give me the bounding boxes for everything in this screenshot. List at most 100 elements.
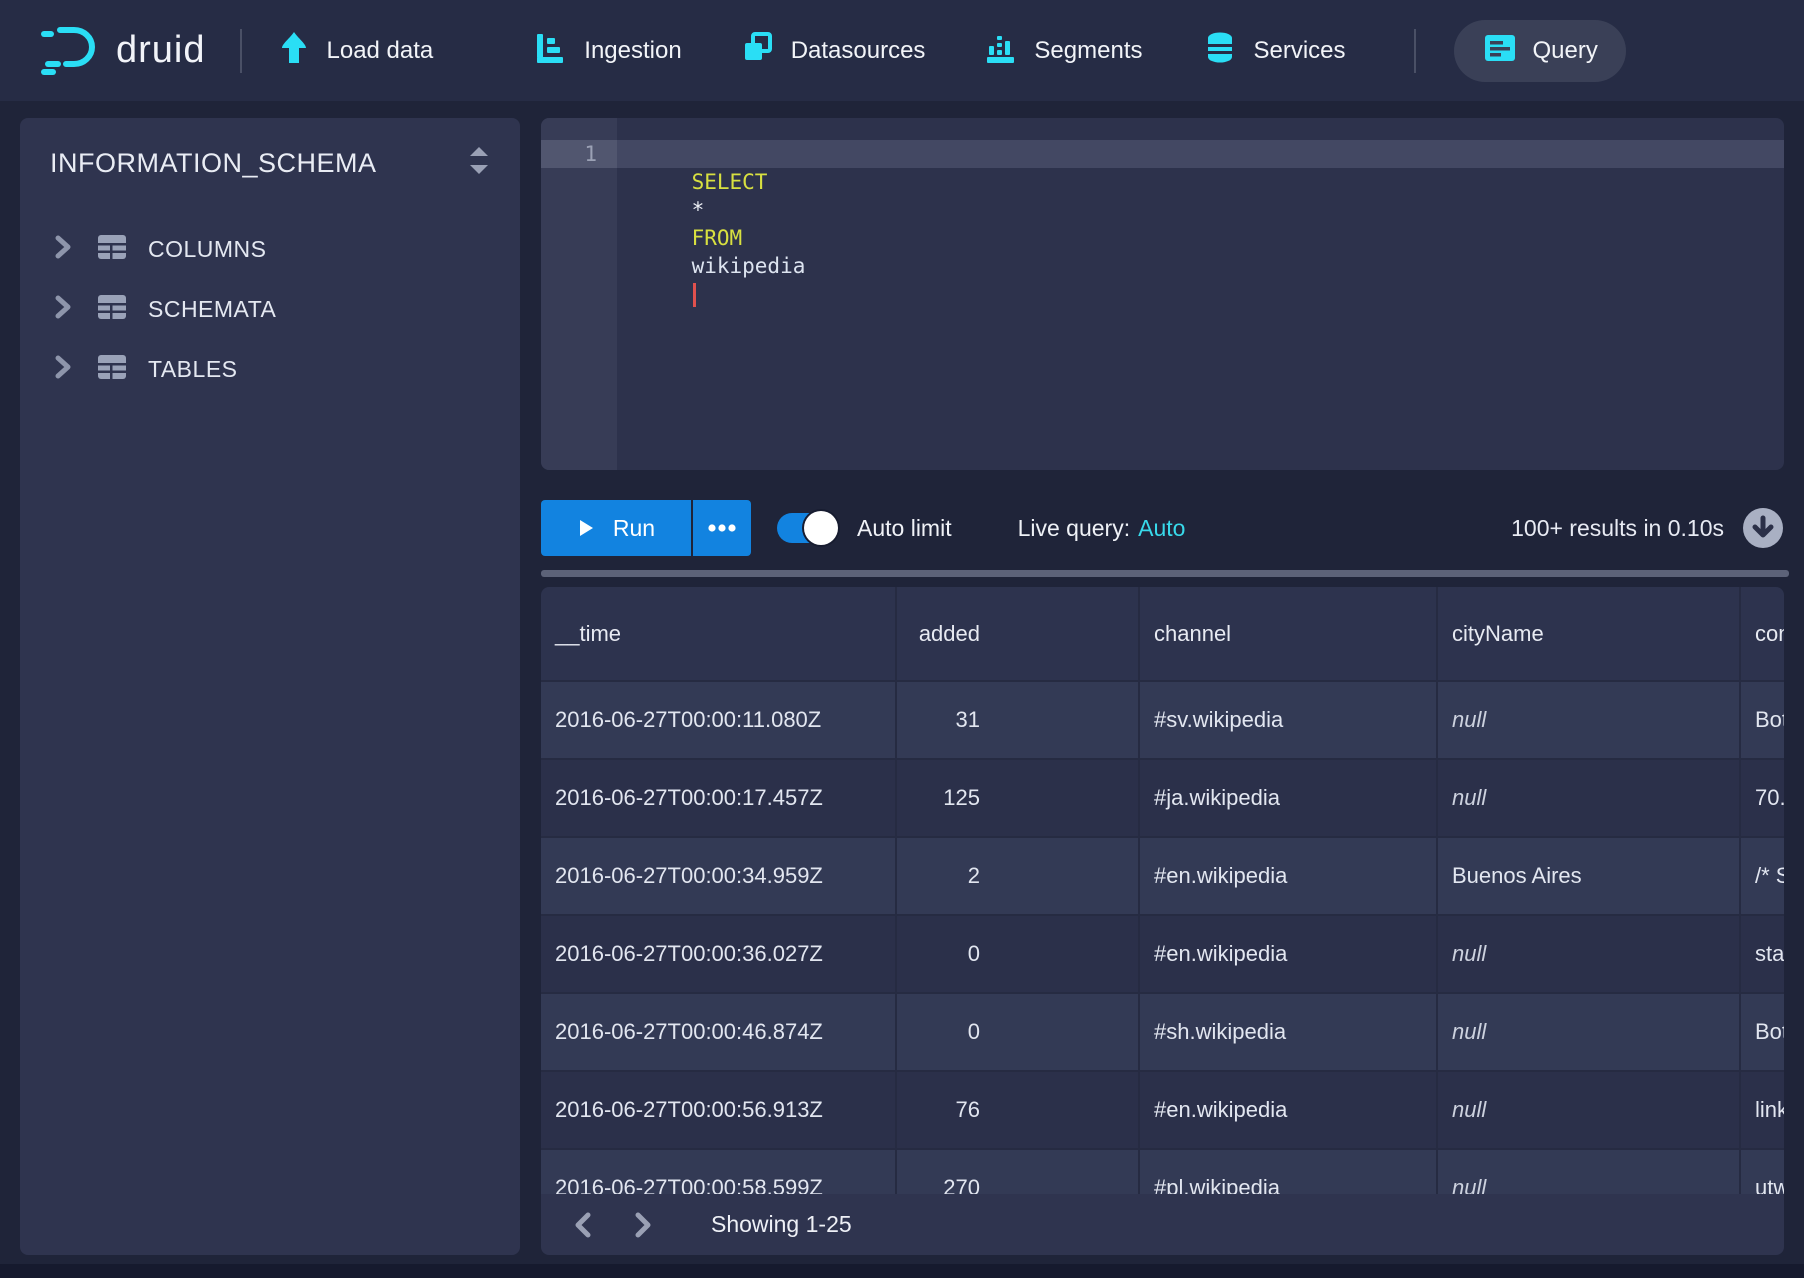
cell-cityName[interactable]: Buenos Aires (1438, 838, 1741, 914)
run-more-button[interactable] (693, 500, 751, 556)
cell-added[interactable]: 2 (897, 838, 1140, 914)
schema-sidebar: INFORMATION_SCHEMA COLUMNS (20, 118, 520, 1255)
cell-channel[interactable]: #ja.wikipedia (1140, 760, 1438, 836)
nav-item-label: Datasources (791, 37, 926, 65)
druid-logo-icon (38, 20, 104, 81)
cell-added[interactable]: 31 (897, 682, 1140, 758)
cell-channel[interactable]: #en.wikipedia (1140, 1072, 1438, 1148)
column-header-comment[interactable]: comment (1741, 587, 1784, 680)
nav-item-label: Load data (327, 37, 434, 65)
sql-keyword: SELECT (692, 168, 768, 196)
cell-comment[interactable]: sta (1741, 916, 1784, 992)
bottom-edge (0, 1264, 1804, 1278)
previous-page-button[interactable] (563, 1205, 603, 1245)
tree-item-columns[interactable]: COLUMNS (20, 219, 520, 279)
cell-cityName[interactable]: null (1438, 682, 1741, 758)
schema-selector[interactable]: INFORMATION_SCHEMA (20, 118, 520, 183)
cell-channel[interactable]: #en.wikipedia (1140, 838, 1438, 914)
cell-__time[interactable]: 2016-06-27T00:00:46.874Z (541, 994, 897, 1070)
cell-__time[interactable]: 2016-06-27T00:00:36.027Z (541, 916, 897, 992)
column-header-__time[interactable]: __time (541, 587, 897, 680)
table-row: 2016-06-27T00:00:56.913Z76#en.wikipedian… (541, 1070, 1784, 1148)
cell-comment[interactable]: Bot (1741, 682, 1784, 758)
panel-resize-handle[interactable] (541, 570, 1789, 577)
nav-item-load-data[interactable]: Load data (276, 30, 434, 71)
navbar-separator (240, 29, 242, 73)
nav-item-ingestion[interactable]: Ingestion (533, 30, 681, 71)
table-icon (96, 293, 128, 326)
sql-query-text[interactable]: SELECT * FROM wikipedia (641, 140, 805, 168)
cell-__time[interactable]: 2016-06-27T00:00:17.457Z (541, 760, 897, 836)
cell-channel[interactable]: #sv.wikipedia (1140, 682, 1438, 758)
download-button[interactable] (1742, 507, 1784, 549)
cell-channel[interactable]: #pl.wikipedia (1140, 1150, 1438, 1194)
cell-added[interactable]: 0 (897, 994, 1140, 1070)
live-query-value[interactable]: Auto (1138, 515, 1185, 541)
nav-item-services[interactable]: Services (1202, 30, 1345, 71)
cell-comment[interactable]: utw (1741, 1150, 1784, 1194)
next-page-button[interactable] (623, 1205, 663, 1245)
brand-name: druid (116, 29, 206, 72)
toggle-knob (804, 511, 838, 545)
sql-keyword: FROM (692, 224, 743, 252)
cell-__time[interactable]: 2016-06-27T00:00:56.913Z (541, 1072, 897, 1148)
sql-editor[interactable]: 1 SELECT * FROM wikipedia (541, 118, 1784, 470)
download-icon (1742, 507, 1784, 549)
line-number: 1 (541, 140, 617, 168)
table-row: 2016-06-27T00:00:46.874Z0#sh.wikipedianu… (541, 992, 1784, 1070)
cell-cityName[interactable]: null (1438, 760, 1741, 836)
schema-title: INFORMATION_SCHEMA (50, 148, 464, 179)
live-query-label: Live query: (1018, 515, 1131, 541)
cell-comment[interactable]: /* S (1741, 838, 1784, 914)
cell-added[interactable]: 270 (897, 1150, 1140, 1194)
sql-table-name: wikipedia (692, 252, 806, 280)
table-row: 2016-06-27T00:00:17.457Z125#ja.wikipedia… (541, 758, 1784, 836)
cell-cityName[interactable]: null (1438, 916, 1741, 992)
chevron-right-icon[interactable] (52, 294, 74, 325)
text-cursor (693, 283, 696, 307)
druid-logo[interactable]: druid (38, 20, 206, 81)
chevron-left-icon (572, 1211, 594, 1239)
showing-range-label: Showing 1-25 (711, 1211, 852, 1238)
column-header-channel[interactable]: channel (1140, 587, 1438, 680)
double-caret-vertical-icon[interactable] (464, 144, 494, 183)
nav-item-datasources[interactable]: Datasources (740, 30, 926, 71)
cell-comment[interactable]: 70. (1741, 760, 1784, 836)
cell-added[interactable]: 0 (897, 916, 1140, 992)
schema-tree: COLUMNS SCHEMATA (20, 219, 520, 399)
column-header-added[interactable]: added (897, 587, 1140, 680)
cell-__time[interactable]: 2016-06-27T00:00:11.080Z (541, 682, 897, 758)
column-header-cityName[interactable]: cityName (1438, 587, 1741, 680)
tree-item-label: TABLES (148, 356, 238, 383)
cell-added[interactable]: 76 (897, 1072, 1140, 1148)
run-button[interactable]: Run (541, 500, 691, 556)
chevron-right-icon[interactable] (52, 234, 74, 265)
table-icon (96, 353, 128, 386)
nav-item-query[interactable]: Query (1454, 20, 1626, 82)
cell-channel[interactable]: #en.wikipedia (1140, 916, 1438, 992)
cell-cityName[interactable]: null (1438, 994, 1741, 1070)
table-icon (96, 233, 128, 266)
tree-item-tables[interactable]: TABLES (20, 339, 520, 399)
nav-item-segments[interactable]: Segments (983, 30, 1142, 71)
table-row: 2016-06-27T00:00:11.080Z31#sv.wikipedian… (541, 680, 1784, 758)
results-header-row: __timeaddedchannelcityNamecomment (541, 587, 1784, 680)
cell-comment[interactable]: Bot (1741, 994, 1784, 1070)
cell-cityName[interactable]: null (1438, 1072, 1741, 1148)
cell-__time[interactable]: 2016-06-27T00:00:58.599Z (541, 1150, 897, 1194)
more-icon (707, 523, 737, 533)
navbar: druid Load data Ingestion Da (0, 0, 1804, 101)
run-button-label: Run (613, 515, 655, 542)
chevron-right-icon[interactable] (52, 354, 74, 385)
cell-added[interactable]: 125 (897, 760, 1140, 836)
cell-channel[interactable]: #sh.wikipedia (1140, 994, 1438, 1070)
cell-comment[interactable]: link (1741, 1072, 1784, 1148)
query-icon (1482, 30, 1518, 71)
cell-__time[interactable]: 2016-06-27T00:00:34.959Z (541, 838, 897, 914)
tree-item-schemata[interactable]: SCHEMATA (20, 279, 520, 339)
auto-limit-toggle[interactable] (777, 513, 837, 543)
services-icon (1202, 30, 1238, 71)
cell-cityName[interactable]: null (1438, 1150, 1741, 1194)
datasources-icon (740, 30, 776, 71)
results-body: 2016-06-27T00:00:11.080Z31#sv.wikipedian… (541, 680, 1784, 1194)
